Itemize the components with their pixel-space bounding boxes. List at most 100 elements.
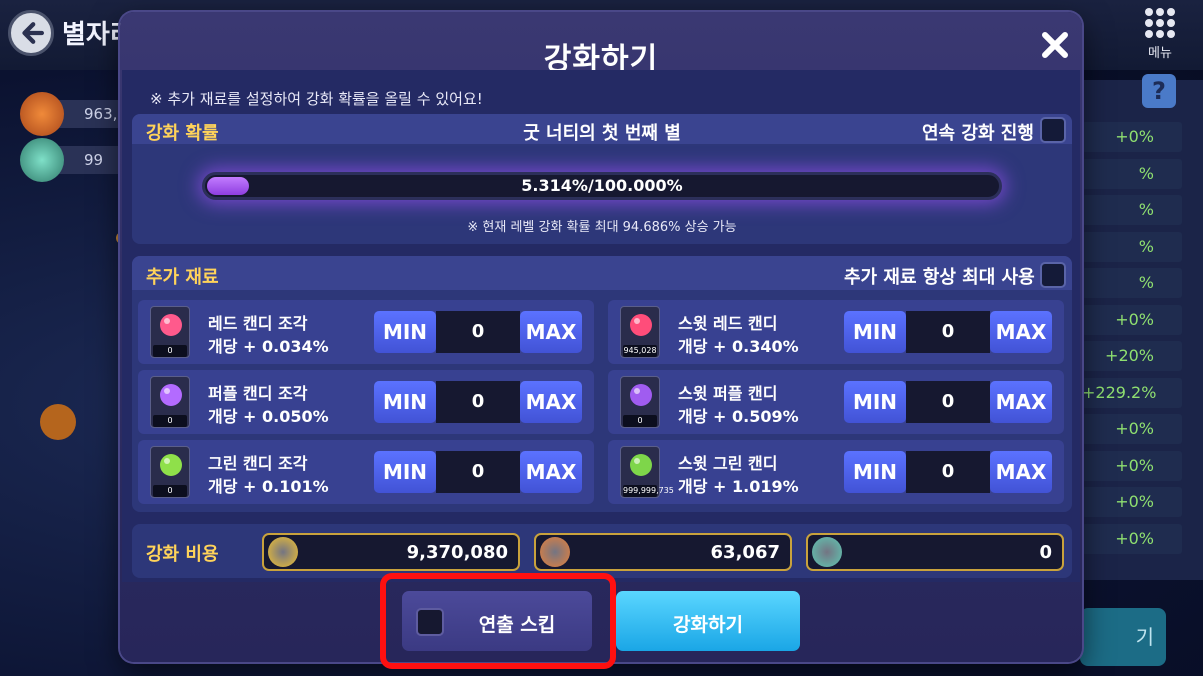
- material-rate: 개당 + 1.019%: [678, 477, 799, 496]
- material-card: 0 그린 캔디 조각 개당 + 0.101% MIN 0 MAX: [138, 440, 594, 504]
- enhance-modal: 강화하기 ※ 추가 재료를 설정하여 강화 확률을 올릴 수 있어요! 강화 확…: [120, 12, 1082, 662]
- stat-row: % (+3.3%): [1082, 231, 1182, 286]
- stat-row: +0%: [1082, 414, 1182, 444]
- stat-row: +0%: [1082, 304, 1182, 335]
- help-icon[interactable]: ?: [1142, 74, 1176, 108]
- material-rate: 개당 + 0.050%: [208, 407, 329, 426]
- stat-row: % (+2.6%): [1082, 158, 1182, 213]
- arrow-left-icon: [22, 22, 44, 44]
- material-card: 945,028 스윗 레드 캔디개당 + 0.340% MIN 0 MAX: [608, 300, 1064, 364]
- min-button[interactable]: MIN: [374, 451, 436, 493]
- material-quantity[interactable]: 0: [906, 451, 990, 493]
- max-button[interactable]: MAX: [990, 451, 1052, 493]
- material-name: 스윗 레드 캔디: [678, 314, 778, 333]
- candy-icon: 999,999,735: [620, 446, 674, 498]
- min-button[interactable]: MIN: [844, 451, 906, 493]
- material-owned-count: 0: [623, 415, 657, 427]
- material-owned-count: 999,999,735: [623, 485, 674, 497]
- cost-panel: 강화 비용 9,370,080 63,067 0: [132, 524, 1072, 578]
- material-owned-count: 0: [153, 345, 187, 357]
- stat-row: % (+5.6%): [1082, 268, 1182, 322]
- close-icon[interactable]: [1038, 28, 1072, 62]
- candy-icon: [160, 454, 182, 476]
- material-name: 그린 캔디 조각: [208, 454, 308, 473]
- min-button[interactable]: MIN: [374, 381, 436, 423]
- candy-icon: 0: [620, 376, 660, 428]
- min-button[interactable]: MIN: [844, 311, 906, 353]
- candy-icon: [630, 454, 652, 476]
- material-name: 퍼플 캔디 조각: [208, 384, 308, 403]
- material-name: 스윗 퍼플 캔디: [678, 384, 778, 403]
- menu-button[interactable]: 메뉴: [1140, 6, 1180, 61]
- crystal-icon: [20, 138, 64, 182]
- highlight-box: [380, 573, 616, 669]
- modal-content: ※ 추가 재료를 설정하여 강화 확률을 올릴 수 있어요! 강화 확률 굿 너…: [122, 70, 1080, 582]
- cost-crystal: 0: [806, 533, 1064, 571]
- candy-icon: [160, 314, 182, 336]
- material-card: 999,999,735 스윗 그린 캔디개당 + 1.019% MIN 0 MAX: [608, 440, 1064, 504]
- probability-bar: 5.314%/100.000%: [202, 172, 1002, 200]
- probability-text: 5.314%/100.000%: [521, 176, 683, 195]
- stat-row: % (+3.3%): [1082, 195, 1182, 249]
- cost-value: 63,067: [710, 542, 780, 563]
- min-button[interactable]: MIN: [844, 381, 906, 423]
- candy-icon: 0: [150, 306, 190, 358]
- stat-row: +0%: [1082, 122, 1182, 152]
- max-button[interactable]: MAX: [520, 381, 582, 423]
- enhance-label: 강화하기: [673, 614, 743, 636]
- background-enhance-button: 기: [1080, 608, 1166, 666]
- stat-row: +229.2%: [1082, 377, 1182, 408]
- material-card: 0 레드 캔디 조각 개당 + 0.034% MIN 0 MAX: [138, 300, 594, 364]
- candy-icon: [630, 314, 652, 336]
- material-name: 레드 캔디 조각: [208, 314, 308, 333]
- candy-icon: 0: [150, 446, 190, 498]
- materials-panel: 추가 재료 추가 재료 항상 최대 사용 0 레드 캔디 조각개당 + 0.034…: [132, 256, 1072, 512]
- always-max-label: 추가 재료 항상 최대 사용: [844, 267, 1035, 288]
- material-rate: 개당 + 0.034%: [208, 337, 329, 356]
- max-button[interactable]: MAX: [520, 451, 582, 493]
- notice-text: ※ 추가 재료를 설정하여 강화 확률을 올릴 수 있어요!: [150, 90, 483, 108]
- min-button[interactable]: MIN: [374, 311, 436, 353]
- planet-decoration: [40, 404, 76, 440]
- cost-gold: 9,370,080: [262, 533, 520, 571]
- material-quantity[interactable]: 0: [436, 381, 520, 423]
- material-quantity[interactable]: 0: [906, 311, 990, 353]
- material-name: 스윗 그린 캔디: [678, 454, 778, 473]
- stat-row: +0%: [1082, 487, 1182, 517]
- probability-note: ※ 현재 레벨 강화 확률 최대 94.686% 상승 가능: [467, 220, 737, 235]
- material-quantity[interactable]: 0: [436, 311, 520, 353]
- cost-label: 강화 비용: [146, 544, 219, 565]
- candy-icon: 945,028: [620, 306, 660, 358]
- material-owned-count: 0: [153, 415, 187, 427]
- material-owned-count: 945,028: [623, 345, 657, 357]
- cost-value: 9,370,080: [406, 542, 508, 563]
- max-button[interactable]: MAX: [990, 381, 1052, 423]
- material-card: 0 퍼플 캔디 조각 개당 + 0.050% MIN 0 MAX: [138, 370, 594, 434]
- material-rate: 개당 + 0.101%: [208, 477, 329, 496]
- cost-candy: 63,067: [534, 533, 792, 571]
- material-quantity[interactable]: 0: [906, 381, 990, 423]
- gold-coin-icon: [268, 537, 298, 567]
- material-rate: 개당 + 0.509%: [678, 407, 799, 426]
- stat-row: +20%: [1082, 341, 1182, 371]
- continuous-enhance-label: 연속 강화 진행: [922, 123, 1034, 144]
- material-quantity[interactable]: 0: [436, 451, 520, 493]
- material-card: 0 스윗 퍼플 캔디 개당 + 0.509% MIN 0 MAX: [608, 370, 1064, 434]
- max-button[interactable]: MAX: [990, 311, 1052, 353]
- back-button[interactable]: [8, 10, 54, 56]
- menu-icon: [1140, 8, 1180, 38]
- always-max-checkbox[interactable]: [1040, 262, 1066, 288]
- stat-row: +0%: [1082, 523, 1182, 554]
- stat-row: +0%: [1082, 450, 1182, 481]
- enhance-button[interactable]: 강화하기: [616, 591, 800, 651]
- continuous-enhance-checkbox[interactable]: [1040, 117, 1066, 143]
- material-rate: 개당 + 0.340%: [678, 337, 799, 356]
- max-button[interactable]: MAX: [520, 311, 582, 353]
- materials-label: 추가 재료: [146, 267, 219, 288]
- candy-icon: [630, 384, 652, 406]
- candy-bag-icon: [20, 92, 64, 136]
- candy-icon: 0: [150, 376, 190, 428]
- crystal-icon: [812, 537, 842, 567]
- probability-panel: 강화 확률 굿 너티의 첫 번째 별 연속 강화 진행 5.314%/100.0…: [132, 114, 1072, 244]
- material-owned-count: 0: [153, 485, 187, 497]
